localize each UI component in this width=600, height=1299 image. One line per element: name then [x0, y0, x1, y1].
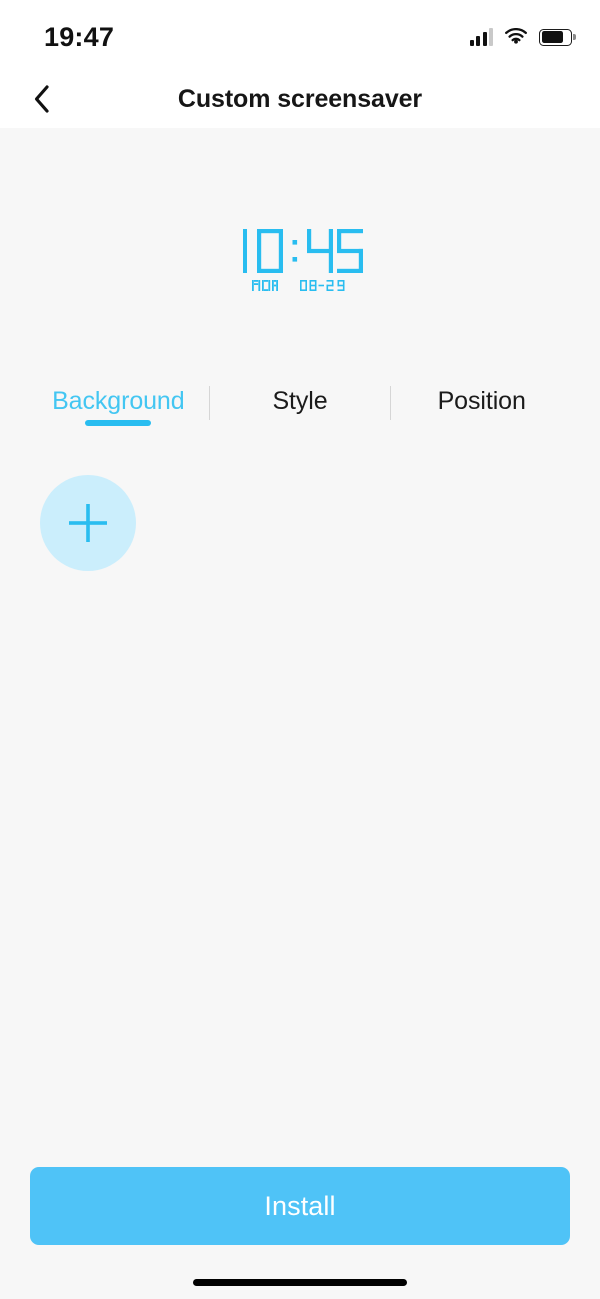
clock-widget: [235, 227, 365, 291]
battery-icon: [539, 28, 572, 46]
plus-icon: [69, 504, 107, 542]
tab-background-label: Background: [52, 387, 185, 415]
clock-weekday: [252, 280, 278, 291]
status-bar: 19:47: [0, 0, 600, 70]
clock-time: [235, 227, 365, 275]
clock-digit: [337, 229, 363, 273]
wifi-icon: [504, 28, 528, 46]
content-area: Background Style Position Install: [0, 128, 600, 1299]
clock-digit: [243, 229, 247, 273]
clock-colon: [292, 240, 298, 262]
screensaver-preview: [0, 128, 600, 378]
background-picker: [0, 440, 600, 1167]
clock-digit: [257, 229, 283, 273]
signal-bars-icon: [469, 28, 493, 46]
back-button[interactable]: [14, 70, 70, 128]
navigation-bar: Custom screensaver: [0, 70, 600, 128]
footer: Install: [0, 1167, 600, 1245]
page-title: Custom screensaver: [177, 84, 423, 113]
tab-style[interactable]: Style: [210, 378, 391, 440]
footer-spacer: [0, 1245, 600, 1265]
status-bar-time: 19:47: [44, 22, 115, 52]
home-indicator[interactable]: [193, 1278, 407, 1286]
chevron-left-icon: [34, 85, 49, 113]
tab-bar: Background Style Position: [0, 378, 600, 440]
app-root: 19:47 Custom screensaver Background Styl…: [0, 0, 600, 1299]
tab-position[interactable]: Position: [391, 378, 572, 440]
install-button[interactable]: Install: [30, 1167, 570, 1245]
status-bar-icons: [469, 24, 572, 50]
tab-active-indicator: [85, 420, 152, 426]
clock-date: [300, 280, 345, 291]
clock-subtext: [252, 280, 348, 291]
home-indicator-area: [0, 1265, 600, 1299]
tab-position-label: Position: [437, 387, 526, 415]
tab-background[interactable]: Background: [28, 378, 209, 440]
add-background-button[interactable]: [40, 475, 136, 571]
tab-style-label: Style: [272, 387, 328, 415]
clock-digit: [307, 229, 333, 273]
